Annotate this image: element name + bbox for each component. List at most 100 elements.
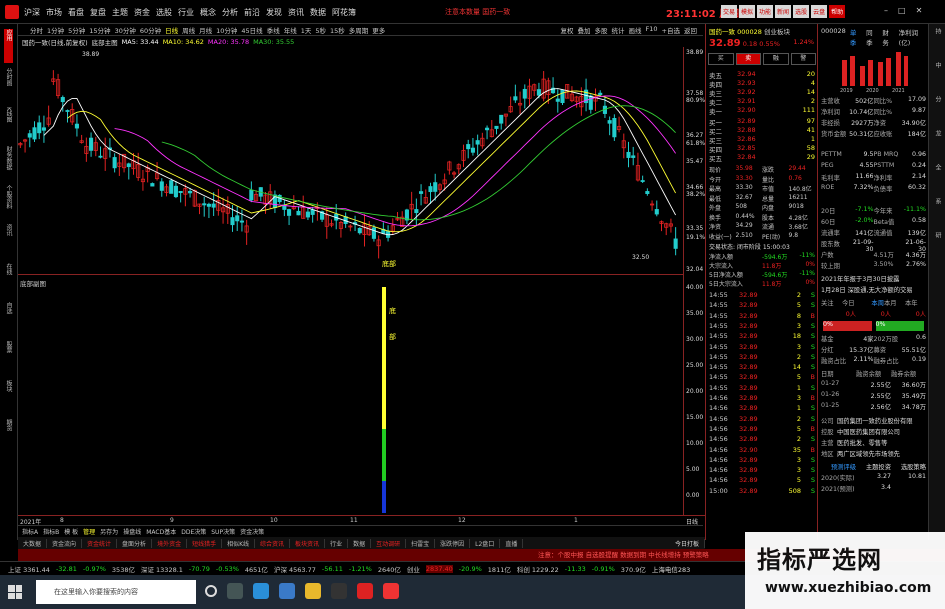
left-strip-item[interactable]: K线图 bbox=[4, 107, 13, 141]
period-tab[interactable]: 季线 bbox=[267, 25, 280, 35]
period-tab[interactable]: 5秒 bbox=[315, 25, 326, 35]
stock-app-2-icon[interactable] bbox=[383, 583, 399, 599]
menu-item[interactable]: 阿花簿 bbox=[332, 7, 356, 18]
top-button[interactable]: 功能 bbox=[757, 5, 774, 18]
ask-row[interactable]: 卖三 32.92 14 bbox=[706, 88, 818, 98]
top-button[interactable]: 云盘 bbox=[811, 5, 828, 18]
period-tab[interactable]: 30分钟 bbox=[115, 25, 136, 35]
function-tab[interactable]: 综合资讯 bbox=[255, 538, 291, 548]
function-tab[interactable]: 资金统计 bbox=[82, 538, 118, 548]
menu-item[interactable]: 看盘 bbox=[68, 7, 84, 18]
top-button[interactable]: 交易 bbox=[721, 5, 738, 18]
menu-item[interactable]: 概念 bbox=[200, 7, 216, 18]
period-tab[interactable]: 15秒 bbox=[330, 25, 345, 35]
kc-index[interactable]: 科创 1229.22 bbox=[517, 564, 559, 574]
indicator-tab[interactable]: DDE决策 bbox=[181, 527, 206, 536]
ask-row[interactable]: 卖二 32.91 2 bbox=[706, 97, 818, 107]
function-tab[interactable]: 涨跌停因 bbox=[435, 538, 471, 548]
margin-button[interactable]: 融 bbox=[763, 53, 789, 65]
stock-app-icon[interactable] bbox=[357, 583, 373, 599]
period-tab[interactable]: 45日线 bbox=[241, 25, 262, 35]
menu-item[interactable]: 复盘 bbox=[90, 7, 106, 18]
period-tab[interactable]: 1天 bbox=[301, 25, 312, 35]
maximize-icon[interactable]: □ bbox=[898, 6, 906, 15]
forecast-tab[interactable]: 选股策略 bbox=[891, 462, 926, 472]
period-tab[interactable]: 10分钟 bbox=[216, 25, 237, 35]
top-button[interactable]: 帮助 bbox=[829, 5, 846, 18]
store-icon[interactable] bbox=[331, 583, 347, 599]
cy-index[interactable]: 创业 bbox=[407, 564, 420, 574]
period-tab[interactable]: 5分钟 bbox=[68, 25, 85, 35]
side-tab[interactable]: 中 bbox=[933, 62, 942, 92]
menu-item[interactable]: 行业 bbox=[178, 7, 194, 18]
chart-tool[interactable]: 叠加 bbox=[578, 25, 591, 35]
attention-tab[interactable]: 今日 bbox=[842, 298, 863, 308]
left-strip-item[interactable]: 分时图 bbox=[4, 68, 13, 102]
menu-item[interactable]: 发现 bbox=[266, 7, 282, 18]
chart-tool[interactable]: 多股 bbox=[595, 25, 608, 35]
forecast-tab[interactable]: 预测评级 bbox=[821, 462, 856, 472]
explorer-icon[interactable] bbox=[305, 583, 321, 599]
bid-row[interactable]: 买四 32.85 58 bbox=[706, 144, 818, 154]
function-tab[interactable]: 直播 bbox=[500, 538, 524, 548]
indicator-tab[interactable]: 指标A bbox=[22, 527, 38, 536]
top-button[interactable]: 选股 bbox=[793, 5, 810, 18]
menu-item[interactable]: 资金 bbox=[134, 7, 150, 18]
attention-tab[interactable]: 本周 bbox=[863, 298, 884, 308]
function-tab[interactable]: L2盘口 bbox=[470, 538, 501, 548]
period-tab[interactable]: 分时 bbox=[30, 25, 43, 35]
forecast-tab[interactable]: 主题投资 bbox=[856, 462, 891, 472]
market-selector[interactable]: 沪深 bbox=[24, 7, 40, 18]
taskbar-search-input[interactable]: 在这里输入你要搜索的内容 bbox=[36, 580, 196, 604]
period-tab[interactable]: 多周期 bbox=[349, 25, 369, 35]
sz-index[interactable]: 深证 13328.1 bbox=[141, 564, 183, 574]
side-tab[interactable]: 持 bbox=[933, 28, 942, 58]
bid-row[interactable]: 买一 32.89 97 bbox=[706, 117, 818, 127]
indicator-name[interactable]: 底部主图 bbox=[92, 37, 118, 47]
side-tab[interactable]: 系 bbox=[933, 198, 942, 228]
chart-tool[interactable]: F10 bbox=[646, 25, 658, 35]
left-strip-item[interactable]: 自选 bbox=[4, 302, 13, 336]
menu-item[interactable]: 主题 bbox=[112, 7, 128, 18]
function-tab[interactable]: 境外资金 bbox=[152, 538, 188, 548]
cortana-icon[interactable] bbox=[205, 585, 217, 597]
kline-chart[interactable]: 38.89 32.50 底部 bbox=[18, 47, 683, 275]
bid-row[interactable]: 买五 32.84 29 bbox=[706, 153, 818, 163]
top-button[interactable]: 新闻 bbox=[775, 5, 792, 18]
chart-tool[interactable]: 返回 bbox=[684, 25, 697, 35]
period-tab[interactable]: 年线 bbox=[284, 25, 297, 35]
mail-icon[interactable] bbox=[279, 583, 295, 599]
left-strip-item[interactable]: 期货 bbox=[4, 419, 13, 453]
app-logo-icon[interactable] bbox=[5, 5, 19, 19]
indicator-tab[interactable]: 资金决策 bbox=[240, 527, 264, 536]
attention-tab[interactable]: 关注 bbox=[821, 298, 842, 308]
indicator-tab[interactable]: 操盘线 bbox=[123, 527, 141, 536]
period-tab[interactable]: 日线 bbox=[165, 25, 178, 35]
windows-start-icon[interactable] bbox=[8, 585, 22, 599]
left-strip-item[interactable]: 财务数据 bbox=[4, 146, 13, 180]
ask-row[interactable]: 卖一 32.90 111 bbox=[706, 106, 818, 116]
period-tab[interactable]: 1分钟 bbox=[47, 25, 64, 35]
period-tab[interactable]: 月线 bbox=[199, 25, 212, 35]
side-tab[interactable]: 全 bbox=[933, 164, 942, 194]
chart-tool[interactable]: 统计 bbox=[612, 25, 625, 35]
left-strip-item[interactable]: 在线 bbox=[4, 263, 13, 297]
left-strip-item[interactable]: 股票 bbox=[4, 341, 13, 375]
period-tab[interactable]: 60分钟 bbox=[140, 25, 161, 35]
menu-item[interactable]: 分析 bbox=[222, 7, 238, 18]
function-tab[interactable]: 数据 bbox=[348, 538, 372, 548]
buy-button[interactable]: 买 bbox=[708, 53, 734, 65]
indicator-tab[interactable]: MACD基本 bbox=[146, 527, 176, 536]
task-view-icon[interactable] bbox=[227, 583, 243, 599]
menu-item[interactable]: 数据 bbox=[310, 7, 326, 18]
indicator-tab[interactable]: 管理 bbox=[83, 527, 95, 536]
indicator-tab[interactable]: 指标B bbox=[43, 527, 59, 536]
period-tab[interactable]: 周线 bbox=[182, 25, 195, 35]
left-strip-item[interactable]: 个股资料 bbox=[4, 185, 13, 219]
period-tab[interactable]: 更多 bbox=[372, 25, 385, 35]
function-tab[interactable]: 互动调研 bbox=[371, 538, 407, 548]
sell-button[interactable]: 卖 bbox=[735, 53, 761, 65]
function-tab[interactable]: 大数据 bbox=[18, 538, 48, 548]
chart-tool[interactable]: +自选 bbox=[662, 25, 680, 35]
side-tab[interactable]: 分 bbox=[933, 96, 942, 126]
